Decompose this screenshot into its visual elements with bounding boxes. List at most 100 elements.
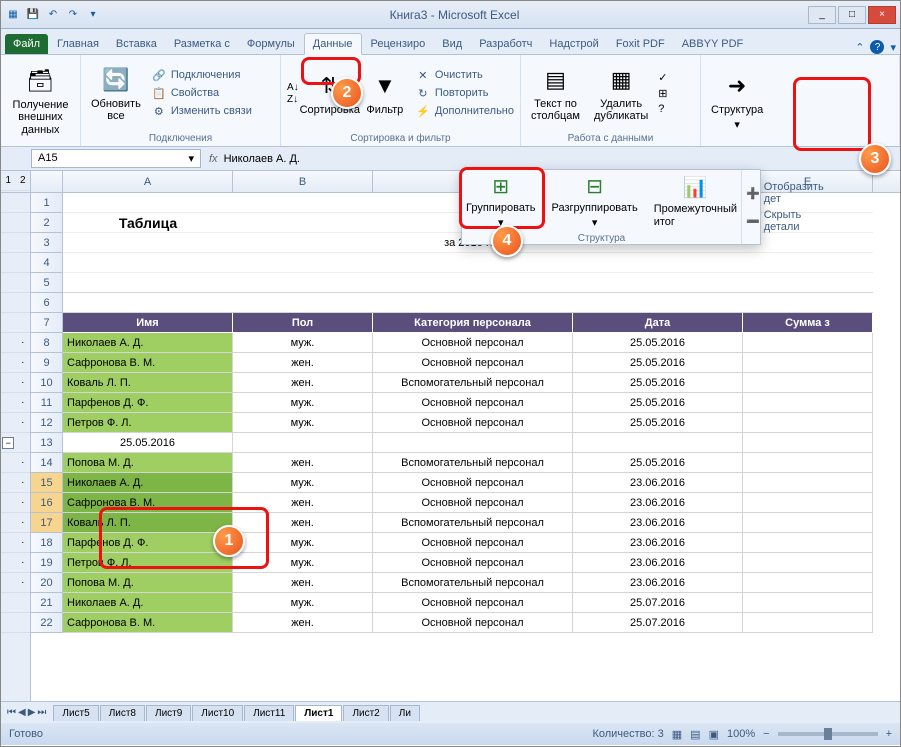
cell[interactable]: муж. — [233, 553, 373, 573]
row-header[interactable]: 19 — [31, 553, 63, 573]
cell[interactable]: 25.07.2016 — [573, 593, 743, 613]
table-header[interactable]: Сумма з — [743, 313, 873, 333]
row-header[interactable]: 20 — [31, 573, 63, 593]
advanced-button[interactable]: ⚡Дополнительно — [415, 103, 514, 119]
cell[interactable] — [573, 273, 743, 293]
cell[interactable] — [233, 213, 373, 233]
connections-button[interactable]: 🔗Подключения — [151, 67, 252, 83]
outline-panel[interactable]: 12 ·····−······· — [1, 171, 31, 701]
remove-duplicates-button[interactable]: ▦Удалить дубликаты — [590, 62, 652, 124]
cell[interactable]: 25.05.2016 — [63, 433, 233, 453]
row-header[interactable]: 3 — [31, 233, 63, 253]
row-header[interactable]: 6 — [31, 293, 63, 313]
cell[interactable]: жен. — [233, 353, 373, 373]
cell[interactable]: жен. — [233, 493, 373, 513]
cell[interactable]: 23.06.2016 — [573, 493, 743, 513]
row-header[interactable]: 1 — [31, 193, 63, 213]
cell[interactable] — [233, 233, 373, 253]
table-header[interactable]: Категория персонала — [373, 313, 573, 333]
cell[interactable] — [233, 293, 373, 313]
cell[interactable]: Сафронова В. М. — [63, 353, 233, 373]
cell[interactable]: Вспомогательный персонал — [373, 373, 573, 393]
clear-button[interactable]: ✕Очистить — [415, 67, 514, 83]
row-header[interactable]: 15 — [31, 473, 63, 493]
cell[interactable]: Николаев А. Д. — [63, 593, 233, 613]
view-break-icon[interactable]: ▣ — [709, 728, 719, 741]
sheet-tab[interactable]: Лист11 — [244, 705, 294, 721]
cell[interactable]: Основной персонал — [373, 493, 573, 513]
minimize-button[interactable]: _ — [808, 6, 836, 24]
collapse-icon[interactable]: − — [2, 437, 14, 449]
ribbon-tab[interactable]: Разработч — [471, 34, 540, 54]
cell[interactable]: 25.05.2016 — [573, 353, 743, 373]
row-header[interactable]: 14 — [31, 453, 63, 473]
cell[interactable]: Основной персонал — [373, 393, 573, 413]
cell[interactable]: муж. — [233, 593, 373, 613]
sheet-tab[interactable]: Лист2 — [343, 705, 388, 721]
show-detail-button[interactable]: ➕Отобразить дет — [746, 181, 826, 205]
cell[interactable]: 23.06.2016 — [573, 533, 743, 553]
cell[interactable] — [743, 593, 873, 613]
cell[interactable]: Николаев А. Д. — [63, 333, 233, 353]
cell[interactable] — [373, 293, 573, 313]
cell[interactable] — [743, 353, 873, 373]
whatif-icon[interactable]: ? — [658, 103, 667, 115]
row-header[interactable]: 12 — [31, 413, 63, 433]
sheet-tab[interactable]: Лист10 — [192, 705, 243, 721]
help-icon[interactable]: ? — [870, 40, 884, 54]
col-header[interactable]: B — [233, 171, 373, 192]
cell[interactable] — [63, 193, 233, 213]
ribbon-tab[interactable]: Файл — [5, 34, 48, 54]
cell[interactable] — [373, 253, 573, 273]
cell[interactable]: Основной персонал — [373, 533, 573, 553]
cell[interactable]: жен. — [233, 513, 373, 533]
cell[interactable]: Попова М. Д. — [63, 573, 233, 593]
cell[interactable]: Вспомогательный персонал — [373, 573, 573, 593]
cell[interactable] — [743, 493, 873, 513]
cell[interactable] — [743, 253, 873, 273]
cell[interactable]: Коваль Л. П. — [63, 373, 233, 393]
redo-icon[interactable]: ↷ — [65, 7, 81, 23]
cell[interactable] — [743, 513, 873, 533]
row-header[interactable]: 2 — [31, 213, 63, 233]
structure-button[interactable]: ➜Структура▾ — [707, 68, 767, 133]
cell[interactable]: жен. — [233, 373, 373, 393]
ribbon-tab[interactable]: Вставка — [108, 34, 165, 54]
fx-icon[interactable]: fx — [209, 153, 218, 165]
cell[interactable]: муж. — [233, 413, 373, 433]
cell[interactable] — [743, 433, 873, 453]
cell[interactable]: Парфенов Д. Ф. — [63, 533, 233, 553]
ribbon-tab[interactable]: Вид — [434, 34, 470, 54]
zoom-plus-icon[interactable]: + — [886, 728, 892, 740]
cell[interactable] — [63, 253, 233, 273]
cell[interactable] — [743, 413, 873, 433]
table-header[interactable]: Пол — [233, 313, 373, 333]
cell[interactable] — [743, 453, 873, 473]
cell[interactable]: Петров Ф. Л. — [63, 413, 233, 433]
cell[interactable] — [63, 273, 233, 293]
ribbon-tab[interactable]: Формулы — [239, 34, 303, 54]
ribbon-tab[interactable]: Главная — [49, 34, 107, 54]
row-header[interactable]: 11 — [31, 393, 63, 413]
row-header[interactable]: 21 — [31, 593, 63, 613]
cell[interactable] — [63, 233, 233, 253]
ribbon-tab[interactable]: ABBYY PDF — [674, 34, 752, 54]
cell[interactable]: жен. — [233, 453, 373, 473]
table-header[interactable]: Дата — [573, 313, 743, 333]
cell[interactable]: Вспомогательный персонал — [373, 513, 573, 533]
cell[interactable] — [233, 253, 373, 273]
cell[interactable]: жен. — [233, 613, 373, 633]
properties-button[interactable]: 📋Свойства — [151, 85, 252, 101]
cell[interactable] — [233, 273, 373, 293]
cell[interactable] — [743, 553, 873, 573]
cell[interactable]: 25.05.2016 — [573, 413, 743, 433]
row-header[interactable]: 9 — [31, 353, 63, 373]
cell[interactable] — [743, 293, 873, 313]
col-header[interactable]: A — [63, 171, 233, 192]
cell[interactable] — [743, 613, 873, 633]
consolidate-icon[interactable]: ⊞ — [658, 87, 667, 100]
reapply-button[interactable]: ↻Повторить — [415, 85, 514, 101]
select-all-corner[interactable] — [31, 171, 63, 192]
sheet-tab[interactable]: Ли — [390, 705, 420, 721]
cell[interactable]: муж. — [233, 393, 373, 413]
